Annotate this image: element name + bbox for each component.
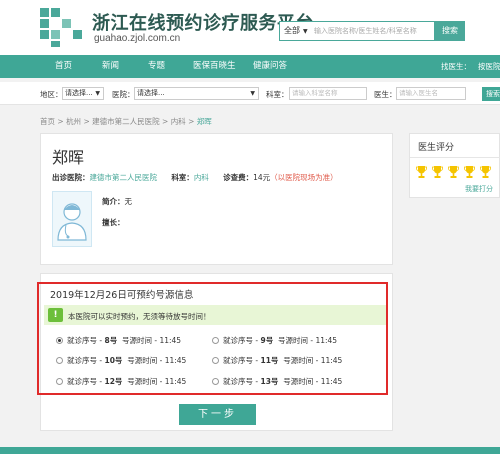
radio-button[interactable] [212,337,219,344]
trophy-icon [432,166,443,178]
breadcrumb-city[interactable]: 杭州 [66,117,81,126]
slot-option[interactable]: 就诊序号 - 12号 号源时间 - 11:45 [56,377,186,387]
doctor-name: 郑晖 [52,148,85,167]
notice-text: 本医院可以实时预约，无须等待放号时间！ [68,312,211,321]
chevron-down-icon: ▼ [250,90,255,97]
main-nav: 首页 新闻 专题 医保百晓生 健康问答 找医生： 按医院 [0,55,500,78]
divider [410,157,500,158]
doctor-specialty: 擅长： [102,218,125,227]
hospital-select[interactable]: 请选择... ▼ [134,87,259,100]
doctor-hospital-link[interactable]: 建德市第二人民医院 [90,173,158,182]
site-url: guahao.zjol.com.cn [94,33,181,44]
hospital-label: 医院： [112,90,135,99]
trophy-icon [416,166,427,178]
site-logo-icon[interactable] [40,8,84,48]
doctor-intro: 简介：无 [102,197,132,206]
region-select[interactable]: 请选择... ▼ [62,87,104,100]
footer-bar [0,447,500,454]
slot-option[interactable]: 就诊序号 - 13号 号源时间 - 11:45 [212,377,342,387]
doctor-dept-link[interactable]: 内科 [194,173,209,182]
exclamation-icon: ! [48,308,63,322]
search-button[interactable]: 搜索 [435,21,465,41]
nav-item-qa[interactable]: 健康问答 [253,55,287,78]
radio-button[interactable] [56,337,63,344]
nav-item-insurance[interactable]: 医保百晓生 [193,55,236,78]
slot-option[interactable]: 就诊序号 - 11号 号源时间 - 11:45 [212,356,342,366]
next-step-button[interactable]: 下一步 [179,404,256,425]
dept-input[interactable]: 请输入科室名称 [289,87,367,100]
nav-item-home[interactable]: 首页 [55,55,72,78]
doctor-card: 郑晖 出诊医院：建德市第二人民医院 科室：内科 诊查费：14元（以医院现场为准）… [40,133,393,265]
radio-button[interactable] [212,378,219,385]
slot-option[interactable]: 就诊序号 - 8号 号源时间 - 11:45 [56,336,181,346]
filter-search-button[interactable]: 搜索 [482,87,500,101]
doctor-avatar-icon [57,203,87,241]
doctor-score-card: 医生评分 我要打分 [409,133,500,198]
dept-label: 科室： [266,90,289,99]
realtime-notice: ! 本医院可以实时预约，无须等待放号时间！ [44,305,386,325]
radio-button[interactable] [212,357,219,364]
chevron-down-icon: ▼ [95,90,100,97]
schedule-title: 2019年12月26日可预约号源信息 [50,290,194,301]
breadcrumb-current: 郑晖 [196,117,212,126]
breadcrumb-hospital[interactable]: 建德市第二人民医院 [92,117,160,126]
search-scope-select[interactable]: 全部 ▼ [284,25,308,36]
find-doctor-label: 找医生： [441,62,471,71]
nav-item-topics[interactable]: 专题 [148,55,165,78]
doctor-label: 医生： [374,90,397,99]
site-header: 浙江在线预约诊疗服务平台 guahao.zjol.com.cn 全部 ▼ 输入医院… [0,0,500,55]
radio-button[interactable] [56,378,63,385]
search-box: 全部 ▼ 输入医院名称/医生姓名/科室名称 [279,21,435,41]
doctor-input[interactable]: 请输入医生名 [396,87,466,100]
trophy-icon [448,166,459,178]
radio-button[interactable] [56,357,63,364]
filter-bar: 地区： 请选择... ▼ 医院： 请选择... ▼ 科室： 请输入科室名称 医生： … [0,82,500,105]
doctor-avatar [52,191,92,247]
doctor-fee: 14元 [253,173,271,182]
doctor-fee-note: （以医院现场为准） [270,173,338,182]
breadcrumb: 首页 > 杭州 > 建德市第二人民医院 > 内科 > 郑晖 [40,117,212,126]
slot-option[interactable]: 就诊序号 - 9号 号源时间 - 11:45 [212,336,337,346]
rate-doctor-link[interactable]: 我要打分 [465,184,493,194]
nav-item-news[interactable]: 新闻 [102,55,119,78]
chevron-down-icon: ▼ [303,28,308,35]
search-input[interactable]: 输入医院名称/医生姓名/科室名称 [314,26,417,36]
breadcrumb-home[interactable]: 首页 [40,117,55,126]
slot-option[interactable]: 就诊序号 - 10号 号源时间 - 11:45 [56,356,186,366]
doctor-meta: 出诊医院：建德市第二人民医院 科室：内科 诊查费：14元（以医院现场为准） [52,173,338,182]
region-label: 地区： [40,90,63,99]
trophy-icon [464,166,475,178]
find-by-hospital-link[interactable]: 按医院 [478,55,500,78]
score-title: 医生评分 [418,143,455,153]
trophy-icon [480,166,491,178]
breadcrumb-dept[interactable]: 内科 [171,117,186,126]
